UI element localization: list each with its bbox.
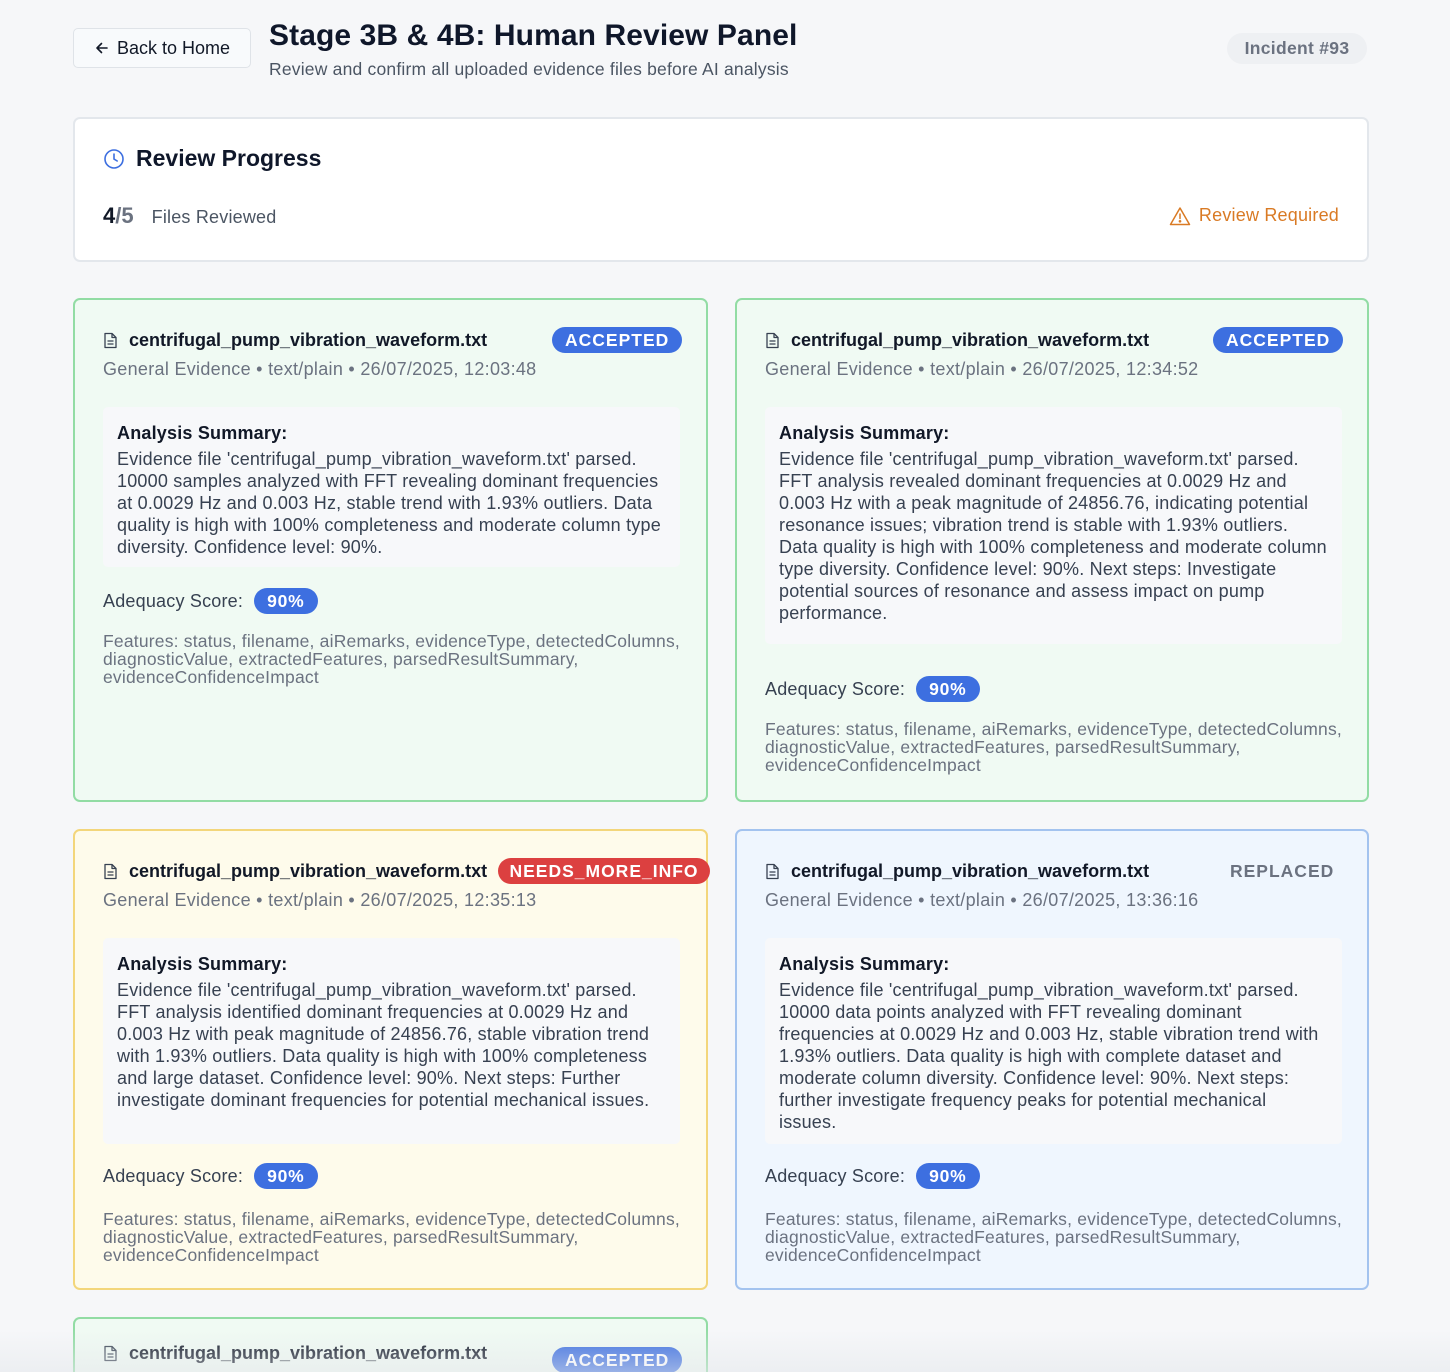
review-panel-page: Back to Home Stage 3B & 4B: Human Review…: [0, 0, 1450, 1372]
summary-heading: Analysis Summary:: [779, 954, 950, 974]
features-list: Features: status, filename, aiRemarks, e…: [765, 1209, 1342, 1265]
features-list: Features: status, filename, aiRemarks, e…: [103, 631, 680, 687]
adequacy-label: Adequacy Score:: [103, 590, 244, 611]
status-badge: ACCEPTED: [552, 1347, 683, 1372]
adequacy-score: Adequacy Score: 90%: [103, 588, 318, 614]
arrow-left-icon: [96, 42, 108, 54]
evidence-card[interactable]: centrifugal_pump_vibration_waveform.txt …: [735, 829, 1369, 1290]
file-text-icon: [104, 1345, 117, 1362]
files-reviewed-count: 4 / 5 Files Reviewed: [103, 203, 276, 229]
total-count: 5: [121, 203, 134, 228]
file-name-label: centrifugal_pump_vibration_waveform.txt: [129, 330, 488, 350]
evidence-card[interactable]: centrifugal_pump_vibration_waveform.txt …: [73, 298, 708, 802]
evidence-card[interactable]: centrifugal_pump_vibration_waveform.txt …: [73, 829, 710, 1290]
adequacy-score-pill: 90%: [254, 1163, 318, 1189]
summary-text: Evidence file 'centrifugal_pump_vibratio…: [779, 449, 1327, 623]
file-name-label: centrifugal_pump_vibration_waveform.txt: [791, 330, 1150, 350]
files-reviewed-label: Files Reviewed: [151, 207, 277, 227]
adequacy-label: Adequacy Score:: [103, 1165, 244, 1186]
file-name: centrifugal_pump_vibration_waveform.txt: [765, 330, 1149, 351]
page-subtitle: Review and confirm all uploaded evidence…: [269, 59, 789, 79]
analysis-summary: Analysis Summary: Evidence file 'centrif…: [103, 938, 680, 1144]
adequacy-score: Adequacy Score: 90%: [765, 1163, 980, 1189]
summary-text: Evidence file 'centrifugal_pump_vibratio…: [779, 980, 1319, 1132]
summary-heading: Analysis Summary:: [779, 423, 950, 443]
status-badge: NEEDS_MORE_INFO: [498, 858, 710, 884]
back-to-home-button[interactable]: Back to Home: [73, 28, 251, 68]
summary-text: Evidence file 'centrifugal_pump_vibratio…: [117, 980, 650, 1110]
warning-triangle-icon: [1169, 206, 1191, 225]
file-text-icon: [766, 863, 779, 880]
summary-text: Evidence file 'centrifugal_pump_vibratio…: [117, 449, 661, 557]
file-name-label: centrifugal_pump_vibration_waveform.txt: [791, 861, 1150, 881]
adequacy-score-pill: 90%: [916, 676, 980, 702]
file-meta: General Evidence • text/plain • 26/07/20…: [103, 359, 537, 379]
analysis-summary: Analysis Summary: Evidence file 'centrif…: [103, 407, 680, 567]
adequacy-label: Adequacy Score:: [765, 1165, 906, 1186]
review-required-label: Review Required: [1198, 205, 1339, 225]
summary-heading: Analysis Summary:: [117, 954, 288, 974]
file-name-label: centrifugal_pump_vibration_waveform.txt: [129, 1343, 488, 1363]
progress-title: Review Progress: [136, 145, 322, 171]
adequacy-score-pill: 90%: [254, 588, 318, 614]
features-list: Features: status, filename, aiRemarks, e…: [103, 1209, 680, 1265]
file-meta: General Evidence • text/plain • 26/07/20…: [765, 890, 1199, 910]
file-name: centrifugal_pump_vibration_waveform.txt: [103, 330, 487, 351]
file-name-label: centrifugal_pump_vibration_waveform.txt: [129, 861, 488, 881]
adequacy-label: Adequacy Score:: [765, 678, 906, 699]
file-name: centrifugal_pump_vibration_waveform.txt: [103, 861, 487, 882]
incident-badge: Incident #93: [1227, 33, 1367, 64]
review-progress-card: Review Progress 4 / 5 Files Reviewed Rev…: [73, 117, 1369, 262]
file-name: centrifugal_pump_vibration_waveform.txt: [765, 861, 1149, 882]
file-text-icon: [104, 863, 117, 880]
analysis-summary: Analysis Summary: Evidence file 'centrif…: [765, 938, 1342, 1144]
file-meta: General Evidence • text/plain • 26/07/20…: [103, 890, 537, 910]
file-text-icon: [766, 332, 779, 349]
reviewed-count: 4: [103, 203, 116, 228]
analysis-summary: Analysis Summary: Evidence file 'centrif…: [765, 407, 1342, 644]
status-badge: ACCEPTED: [1213, 327, 1344, 353]
file-name: centrifugal_pump_vibration_waveform.txt: [103, 1343, 487, 1364]
adequacy-score: Adequacy Score: 90%: [765, 676, 980, 702]
adequacy-score: Adequacy Score: 90%: [103, 1163, 318, 1189]
clock-icon: [104, 148, 124, 169]
features-list: Features: status, filename, aiRemarks, e…: [765, 719, 1342, 775]
file-text-icon: [104, 332, 117, 349]
evidence-card[interactable]: centrifugal_pump_vibration_waveform.txt …: [735, 298, 1369, 802]
status-badge: ACCEPTED: [552, 327, 683, 353]
summary-heading: Analysis Summary:: [117, 423, 288, 443]
evidence-card[interactable]: centrifugal_pump_vibration_waveform.txt …: [73, 1317, 708, 1372]
file-meta: General Evidence • text/plain • 26/07/20…: [765, 359, 1199, 379]
status-badge: REPLACED: [1230, 860, 1335, 881]
back-button-label: Back to Home: [116, 37, 231, 58]
review-required-status: Review Required: [1169, 205, 1339, 226]
adequacy-score-pill: 90%: [916, 1163, 980, 1189]
page-title: Stage 3B & 4B: Human Review Panel: [269, 19, 798, 52]
progress-header: Review Progress: [103, 145, 321, 172]
